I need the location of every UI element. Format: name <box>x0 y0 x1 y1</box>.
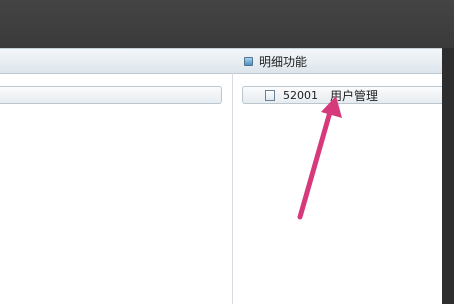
annotation-arrow <box>297 96 342 220</box>
annotation-arrow-head <box>321 96 342 118</box>
annotation-arrow-shaft <box>297 109 333 220</box>
